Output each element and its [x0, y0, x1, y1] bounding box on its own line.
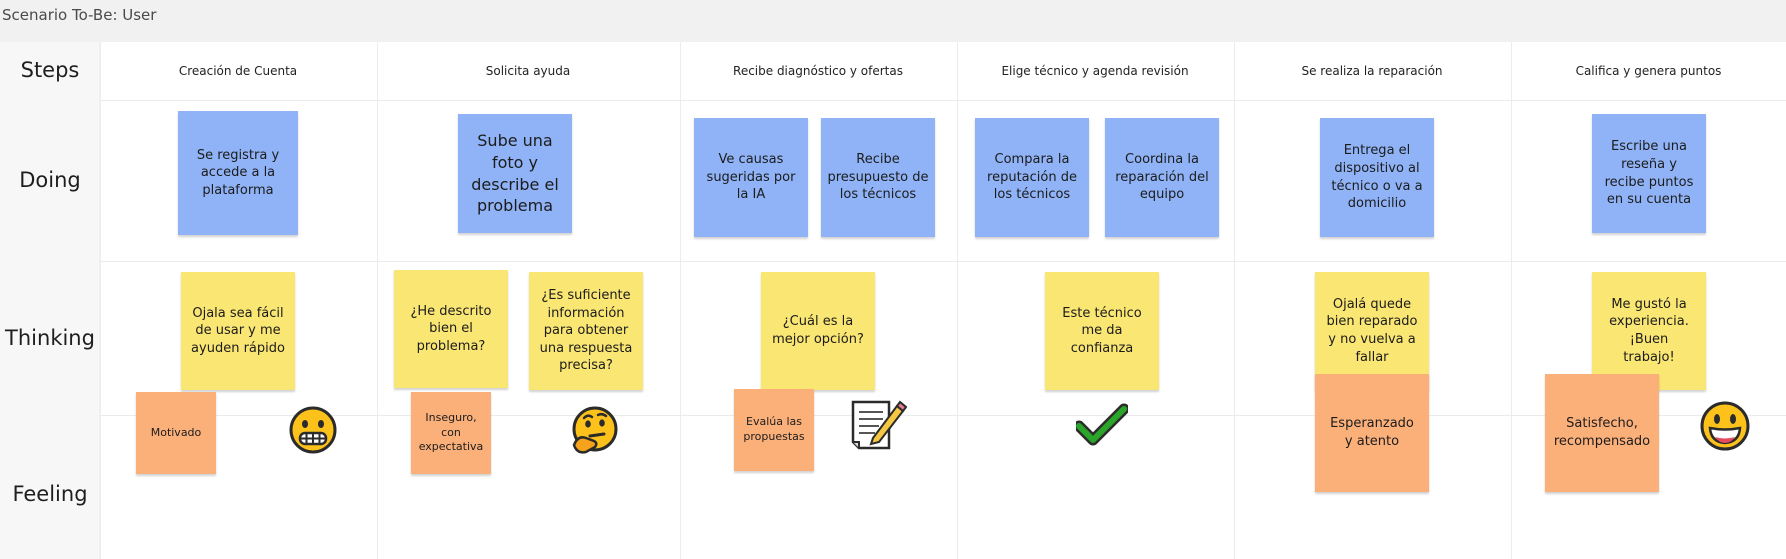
row-divider — [100, 100, 1786, 101]
doing-note-4b[interactable]: Coordina la reparación del equipo — [1105, 118, 1219, 237]
doing-note-5[interactable]: Entrega el dispositivo al técnico o va a… — [1320, 118, 1434, 237]
doing-note-1[interactable]: Se registra y accede a la plataforma — [178, 111, 298, 235]
grinning-face-icon — [1699, 400, 1751, 452]
step-4-label: Elige técnico y agenda revisión — [1001, 64, 1189, 78]
feeling-note-6[interactable]: Satisfecho, recompensado — [1545, 374, 1659, 492]
row-label-doing: Doing — [19, 168, 81, 192]
row-label-steps: Steps — [20, 58, 80, 82]
feeling-note-2[interactable]: Inseguro, con expectativa — [411, 392, 491, 474]
thinking-note-4[interactable]: Este técnico me da confianza — [1045, 272, 1159, 390]
doing-note-3a[interactable]: Ve causas sugeridas por la IA — [694, 118, 808, 237]
step-1-label: Creación de Cuenta — [178, 64, 298, 78]
doing-note-3b[interactable]: Recibe presupuesto de los técnicos — [821, 118, 935, 237]
doing-note-6[interactable]: Escribe una reseña y recibe puntos en su… — [1592, 114, 1706, 233]
thinking-note-6[interactable]: Me gustó la experiencia. ¡Buen trabajo! — [1592, 272, 1706, 390]
board-title: Scenario To-Be: User — [2, 6, 157, 24]
row-divider — [100, 415, 1786, 416]
thinking-note-1[interactable]: Ojala sea fácil de usar y me ayuden rápi… — [181, 272, 295, 390]
thinking-face-icon — [568, 405, 620, 457]
feeling-note-1[interactable]: Motivado — [136, 392, 216, 474]
feeling-note-5[interactable]: Esperanzado y atento — [1315, 374, 1429, 492]
step-6-label: Califica y genera puntos — [1575, 64, 1722, 78]
thinking-note-5[interactable]: Ojalá quede bien reparado y no vuelva a … — [1315, 272, 1429, 390]
row-label-feeling: Feeling — [12, 482, 88, 506]
row-divider — [100, 261, 1786, 262]
grimacing-face-icon — [288, 405, 338, 455]
feeling-note-3[interactable]: Evalúa las propuestas — [734, 389, 814, 471]
step-3-label: Recibe diagnóstico y ofertas — [733, 64, 903, 78]
doing-note-4a[interactable]: Compara la reputación de los técnicos — [975, 118, 1089, 237]
thinking-note-3[interactable]: ¿Cuál es la mejor opción? — [761, 272, 875, 390]
thinking-note-2b[interactable]: ¿Es suficiente información para obtener … — [529, 272, 643, 390]
check-mark-icon — [1073, 403, 1130, 447]
empathy-board: Steps Doing Thinking Feeling Creación de… — [0, 42, 1786, 559]
row-label-thinking: Thinking — [5, 326, 95, 350]
step-5-label: Se realiza la reparación — [1301, 64, 1443, 78]
thinking-note-2a[interactable]: ¿He descrito bien el problema? — [394, 270, 508, 388]
step-2-label: Solicita ayuda — [485, 64, 571, 78]
memo-icon — [849, 396, 908, 454]
doing-note-2[interactable]: Sube una foto y describe el problema — [458, 114, 572, 233]
